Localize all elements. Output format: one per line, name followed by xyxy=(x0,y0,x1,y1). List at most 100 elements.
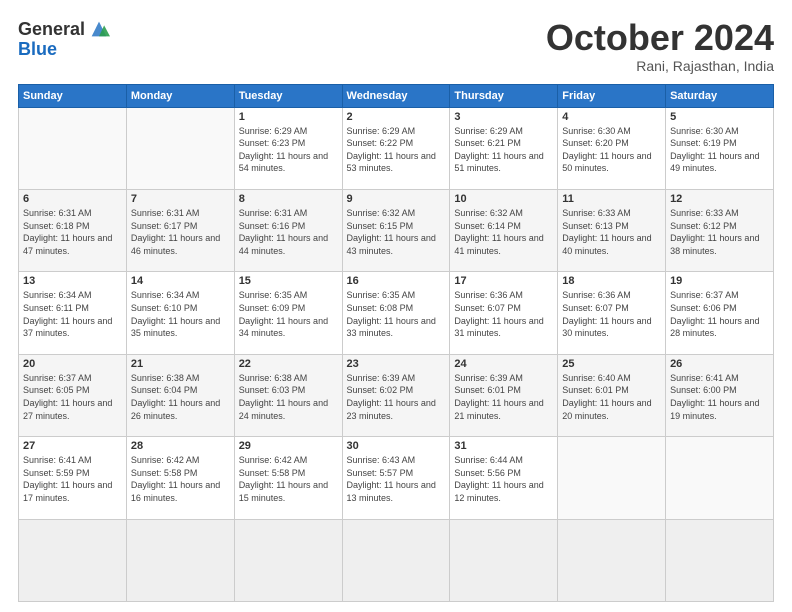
day-info: Sunrise: 6:37 AM Sunset: 6:05 PM Dayligh… xyxy=(23,372,122,422)
location-subtitle: Rani, Rajasthan, India xyxy=(546,58,774,74)
header-thursday: Thursday xyxy=(450,84,558,107)
day-info: Sunrise: 6:31 AM Sunset: 6:18 PM Dayligh… xyxy=(23,207,122,257)
table-row: 16Sunrise: 6:35 AM Sunset: 6:08 PM Dayli… xyxy=(342,272,450,354)
day-info: Sunrise: 6:42 AM Sunset: 5:58 PM Dayligh… xyxy=(131,454,230,504)
calendar-row: 6 Sunrise: 6:31 AM Sunset: 6:18 PM Daylig… xyxy=(19,189,774,271)
table-row: 7Sunrise: 6:31 AM Sunset: 6:17 PM Daylig… xyxy=(126,189,234,271)
day-info: Sunrise: 6:37 AM Sunset: 6:06 PM Dayligh… xyxy=(670,289,769,339)
day-info: Sunrise: 6:29 AM Sunset: 6:23 PM Dayligh… xyxy=(239,125,338,175)
table-row: 30 Sunrise: 6:43 AM Sunset: 5:57 PM Dayli… xyxy=(342,437,450,519)
header-sunday: Sunday xyxy=(19,84,127,107)
day-info: Sunrise: 6:39 AM Sunset: 6:01 PM Dayligh… xyxy=(454,372,553,422)
calendar-row: 20Sunrise: 6:37 AM Sunset: 6:05 PM Dayli… xyxy=(19,354,774,436)
table-row xyxy=(234,519,342,601)
day-info: Sunrise: 6:41 AM Sunset: 5:59 PM Dayligh… xyxy=(23,454,122,504)
day-info: Sunrise: 6:33 AM Sunset: 6:13 PM Dayligh… xyxy=(562,207,661,257)
day-number: 10 xyxy=(454,193,553,205)
day-number: 19 xyxy=(670,275,769,287)
table-row: 18 Sunrise: 6:36 AM Sunset: 6:07 PM Dayli… xyxy=(558,272,666,354)
table-row: 11 Sunrise: 6:33 AM Sunset: 6:13 PM Dayli… xyxy=(558,189,666,271)
table-row: 2 Sunrise: 6:29 AM Sunset: 6:22 PM Daylig… xyxy=(342,107,450,189)
day-info: Sunrise: 6:43 AM Sunset: 5:57 PM Dayligh… xyxy=(347,454,446,504)
table-row xyxy=(450,519,558,601)
table-row: 25Sunrise: 6:40 AM Sunset: 6:01 PM Dayli… xyxy=(558,354,666,436)
day-number: 1 xyxy=(239,111,338,123)
day-number: 23 xyxy=(347,358,446,370)
day-number: 7 xyxy=(131,193,230,205)
day-info: Sunrise: 6:36 AM Sunset: 6:07 PM Dayligh… xyxy=(454,289,553,339)
table-row xyxy=(19,519,127,601)
day-number: 21 xyxy=(131,358,230,370)
day-number: 18 xyxy=(562,275,661,287)
day-info: Sunrise: 6:32 AM Sunset: 6:15 PM Dayligh… xyxy=(347,207,446,257)
table-row: 21 Sunrise: 6:38 AM Sunset: 6:04 PM Dayli… xyxy=(126,354,234,436)
day-number: 4 xyxy=(562,111,661,123)
table-row: 20Sunrise: 6:37 AM Sunset: 6:05 PM Dayli… xyxy=(19,354,127,436)
table-row: 31 Sunrise: 6:44 AM Sunset: 5:56 PM Dayli… xyxy=(450,437,558,519)
day-number: 9 xyxy=(347,193,446,205)
table-row: 14Sunrise: 6:34 AM Sunset: 6:10 PM Dayli… xyxy=(126,272,234,354)
day-info: Sunrise: 6:38 AM Sunset: 6:04 PM Dayligh… xyxy=(131,372,230,422)
day-number: 26 xyxy=(670,358,769,370)
day-info: Sunrise: 6:44 AM Sunset: 5:56 PM Dayligh… xyxy=(454,454,553,504)
table-row: 15Sunrise: 6:35 AM Sunset: 6:09 PM Dayli… xyxy=(234,272,342,354)
table-row: 13Sunrise: 6:34 AM Sunset: 6:11 PM Dayli… xyxy=(19,272,127,354)
logo-area: General Blue xyxy=(18,18,110,58)
day-number: 22 xyxy=(239,358,338,370)
table-row: 26 Sunrise: 6:41 AM Sunset: 6:00 PM Dayli… xyxy=(666,354,774,436)
day-number: 2 xyxy=(347,111,446,123)
day-number: 5 xyxy=(670,111,769,123)
day-info: Sunrise: 6:35 AM Sunset: 6:08 PM Dayligh… xyxy=(347,289,446,339)
table-row: 3 Sunrise: 6:29 AM Sunset: 6:21 PM Daylig… xyxy=(450,107,558,189)
day-number: 30 xyxy=(347,440,446,452)
header-friday: Friday xyxy=(558,84,666,107)
day-info: Sunrise: 6:31 AM Sunset: 6:16 PM Dayligh… xyxy=(239,207,338,257)
day-number: 17 xyxy=(454,275,553,287)
table-row: 22 Sunrise: 6:38 AM Sunset: 6:03 PM Dayli… xyxy=(234,354,342,436)
table-row: 4 Sunrise: 6:30 AM Sunset: 6:20 PM Daylig… xyxy=(558,107,666,189)
header-wednesday: Wednesday xyxy=(342,84,450,107)
table-row: 1 Sunrise: 6:29 AM Sunset: 6:23 PM Daylig… xyxy=(234,107,342,189)
day-info: Sunrise: 6:41 AM Sunset: 6:00 PM Dayligh… xyxy=(670,372,769,422)
day-number: 27 xyxy=(23,440,122,452)
logo-blue: Blue xyxy=(18,40,110,58)
table-row xyxy=(342,519,450,601)
calendar-row: 1 Sunrise: 6:29 AM Sunset: 6:23 PM Daylig… xyxy=(19,107,774,189)
day-info: Sunrise: 6:30 AM Sunset: 6:20 PM Dayligh… xyxy=(562,125,661,175)
header-saturday: Saturday xyxy=(666,84,774,107)
table-row xyxy=(126,107,234,189)
day-info: Sunrise: 6:38 AM Sunset: 6:03 PM Dayligh… xyxy=(239,372,338,422)
table-row: 24 Sunrise: 6:39 AM Sunset: 6:01 PM Dayli… xyxy=(450,354,558,436)
title-area: October 2024 Rani, Rajasthan, India xyxy=(546,18,774,74)
month-title: October 2024 xyxy=(546,18,774,58)
header: General Blue October 2024 Rani, Rajastha… xyxy=(18,18,774,74)
day-number: 3 xyxy=(454,111,553,123)
logo-icon xyxy=(88,18,110,40)
day-info: Sunrise: 6:30 AM Sunset: 6:19 PM Dayligh… xyxy=(670,125,769,175)
day-info: Sunrise: 6:33 AM Sunset: 6:12 PM Dayligh… xyxy=(670,207,769,257)
day-number: 29 xyxy=(239,440,338,452)
table-row: 23Sunrise: 6:39 AM Sunset: 6:02 PM Dayli… xyxy=(342,354,450,436)
day-number: 6 xyxy=(23,193,122,205)
table-row: 5 Sunrise: 6:30 AM Sunset: 6:19 PM Daylig… xyxy=(666,107,774,189)
day-info: Sunrise: 6:42 AM Sunset: 5:58 PM Dayligh… xyxy=(239,454,338,504)
day-info: Sunrise: 6:36 AM Sunset: 6:07 PM Dayligh… xyxy=(562,289,661,339)
day-number: 11 xyxy=(562,193,661,205)
day-number: 24 xyxy=(454,358,553,370)
table-row xyxy=(666,437,774,519)
table-row: 27 Sunrise: 6:41 AM Sunset: 5:59 PM Dayli… xyxy=(19,437,127,519)
table-row: 29 Sunrise: 6:42 AM Sunset: 5:58 PM Dayli… xyxy=(234,437,342,519)
day-number: 31 xyxy=(454,440,553,452)
header-monday: Monday xyxy=(126,84,234,107)
day-info: Sunrise: 6:29 AM Sunset: 6:21 PM Dayligh… xyxy=(454,125,553,175)
day-info: Sunrise: 6:29 AM Sunset: 6:22 PM Dayligh… xyxy=(347,125,446,175)
table-row xyxy=(558,437,666,519)
day-number: 14 xyxy=(131,275,230,287)
table-row xyxy=(19,107,127,189)
table-row: 8 Sunrise: 6:31 AM Sunset: 6:16 PM Daylig… xyxy=(234,189,342,271)
table-row: 17 Sunrise: 6:36 AM Sunset: 6:07 PM Dayli… xyxy=(450,272,558,354)
weekday-header-row: Sunday Monday Tuesday Wednesday Thursday… xyxy=(19,84,774,107)
table-row: 28Sunrise: 6:42 AM Sunset: 5:58 PM Dayli… xyxy=(126,437,234,519)
day-number: 8 xyxy=(239,193,338,205)
day-number: 15 xyxy=(239,275,338,287)
